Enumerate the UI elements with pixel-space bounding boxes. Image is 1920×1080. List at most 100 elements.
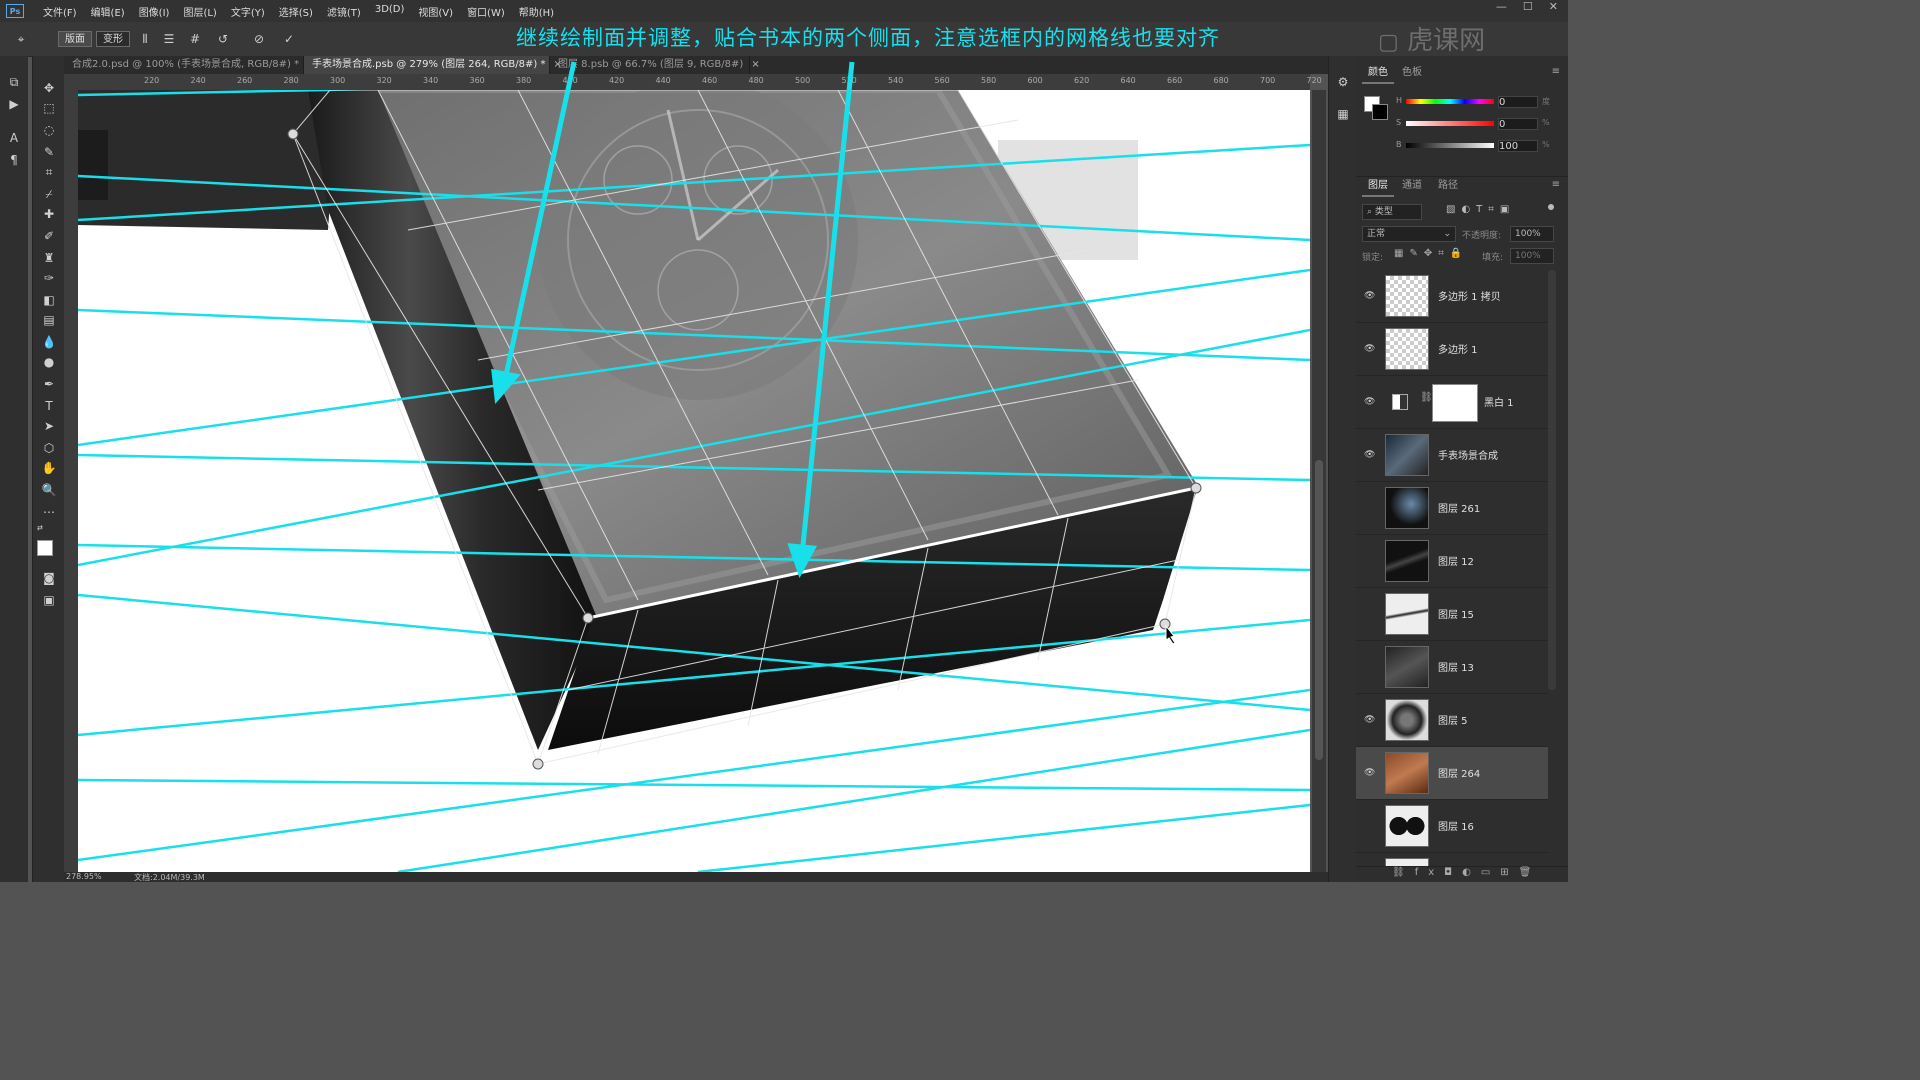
canvas-vertical-scrollbar[interactable] — [1312, 90, 1326, 872]
menu-item-8[interactable]: 视图(V) — [411, 4, 460, 19]
eye-icon[interactable]: 👁 — [1364, 714, 1376, 726]
clone-stamp-tool-icon[interactable]: ♜ — [41, 250, 57, 266]
hand-tool-icon[interactable]: ✋ — [41, 460, 57, 476]
eye-hidden-icon[interactable] — [1364, 608, 1376, 620]
warp-handle[interactable] — [532, 758, 544, 770]
horizontal-straighten-icon[interactable]: ☰ — [160, 30, 178, 48]
tab-document-1[interactable]: 合成2.0.psd @ 100% (手表场景合成, RGB/8#) *× — [64, 56, 316, 74]
eye-hidden-icon[interactable] — [1364, 555, 1376, 567]
menu-item-4[interactable]: 文字(Y) — [224, 4, 272, 19]
minimize-icon[interactable]: — — [1496, 0, 1507, 14]
lock-icons[interactable]: ▦✎✥⌗🔒 — [1394, 248, 1468, 259]
move-tool-icon[interactable]: ✥ — [41, 80, 57, 96]
paragraph-icon[interactable]: ¶ — [6, 152, 22, 168]
fill-input[interactable]: 100% — [1510, 248, 1554, 264]
opacity-input[interactable]: 100% — [1510, 226, 1554, 242]
layer-row[interactable]: 图层 15 — [1356, 588, 1548, 641]
saturation-slider[interactable]: 0 % — [1406, 118, 1556, 130]
menu-item-2[interactable]: 图像(I) — [132, 4, 177, 19]
menu-item-6[interactable]: 滤镜(T) — [320, 4, 368, 19]
layer-filter-icons[interactable]: ▧◐T⌗▣ — [1446, 204, 1515, 215]
eye-icon[interactable]: 👁 — [1364, 343, 1376, 355]
layer-row[interactable]: 图层 12 — [1356, 535, 1548, 588]
swap-colors-icon[interactable]: ⇄ — [37, 524, 47, 534]
healing-brush-tool-icon[interactable]: ✚ — [41, 206, 57, 222]
tab-color[interactable]: 颜色 — [1362, 64, 1394, 84]
adjustment-layer-icon[interactable]: ◐ — [1462, 867, 1481, 878]
eraser-tool-icon[interactable]: ◧ — [41, 292, 57, 308]
brush-tool-icon[interactable]: ✐ — [41, 228, 57, 244]
grid-icon[interactable]: # — [186, 30, 204, 48]
new-layer-icon[interactable]: ⊞ — [1500, 867, 1518, 878]
layer-row[interactable]: 👁 ⛓ 黑白 1 — [1356, 376, 1548, 429]
crop-tool-icon[interactable]: ⌗ — [41, 164, 57, 180]
blend-mode-select[interactable]: 正常 ⌄ — [1362, 226, 1456, 242]
layer-mask-icon[interactable]: ◘ — [1444, 867, 1462, 878]
history-brush-tool-icon[interactable]: ✑ — [41, 270, 57, 286]
layer-row[interactable]: 👁 图层 264 — [1356, 747, 1548, 800]
layer-mask-thumbnail[interactable] — [1432, 384, 1478, 422]
tab-layers[interactable]: 图层 — [1362, 177, 1394, 197]
tab-swatches[interactable]: 色板 — [1396, 64, 1428, 82]
tab-document-3[interactable]: 图层 8.psb @ 66.7% (图层 9, RGB/8#) × — [550, 56, 760, 74]
type-tool-icon[interactable]: T — [41, 398, 57, 414]
zoom-tool-icon[interactable]: 🔍 — [41, 482, 57, 498]
foreground-color-swatch[interactable] — [37, 540, 53, 556]
warp-handle[interactable] — [1190, 482, 1202, 494]
eye-icon[interactable]: 👁 — [1364, 449, 1376, 461]
mask-link-icon[interactable]: ⛓ — [1420, 392, 1433, 403]
actions-play-icon[interactable]: ▶ — [6, 96, 22, 112]
layer-row[interactable]: 👁 多边形 1 拷贝 — [1356, 270, 1548, 323]
layer-row[interactable]: 图层 13 — [1356, 641, 1548, 694]
panel-menu-icon[interactable]: ≡ — [1552, 66, 1560, 77]
history-icon[interactable]: ⧉ — [6, 74, 22, 90]
commit-transform-icon[interactable]: ✓ — [280, 30, 298, 48]
quick-mask-icon[interactable]: ◙ — [41, 570, 57, 586]
blur-tool-icon[interactable]: 💧 — [41, 334, 57, 350]
layer-row[interactable]: 👁 多边形 1 — [1356, 323, 1548, 376]
warp-handle[interactable] — [1159, 618, 1171, 630]
layer-row[interactable]: 👁 手表场景合成 — [1356, 429, 1548, 482]
color-background-swatch[interactable] — [1372, 104, 1388, 120]
eyedropper-tool-icon[interactable]: ⌿ — [41, 186, 57, 202]
gradient-tool-icon[interactable]: ▤ — [41, 312, 57, 328]
marquee-tool-icon[interactable]: ⬚ — [41, 100, 57, 116]
lasso-tool-icon[interactable]: ◌ — [41, 122, 57, 138]
layer-row[interactable]: 图层 16 — [1356, 800, 1548, 853]
eye-hidden-icon[interactable] — [1364, 820, 1376, 832]
menu-item-7[interactable]: 3D(D) — [368, 4, 412, 19]
filter-toggle-icon[interactable] — [1548, 204, 1554, 210]
eye-icon[interactable]: 👁 — [1364, 396, 1376, 408]
menu-item-9[interactable]: 窗口(W) — [460, 4, 512, 19]
eye-hidden-icon[interactable] — [1364, 661, 1376, 673]
undo-warp-icon[interactable]: ↺ — [214, 30, 232, 48]
zoom-level[interactable]: 278.95% — [66, 872, 102, 881]
layer-row[interactable]: 图层 261 — [1356, 482, 1548, 535]
tab-channels[interactable]: 通道 — [1396, 177, 1428, 195]
layer-style-icon[interactable]: fx — [1415, 867, 1444, 878]
close-icon[interactable]: ✕ — [1549, 0, 1558, 14]
maximize-icon[interactable]: ☐ — [1523, 0, 1533, 14]
menu-item-3[interactable]: 图层(L) — [176, 4, 223, 19]
shape-tool-icon[interactable]: ⬡ — [41, 440, 57, 456]
quick-select-tool-icon[interactable]: ✎ — [41, 144, 57, 160]
delete-layer-icon[interactable]: 🗑 — [1519, 867, 1542, 878]
menu-item-5[interactable]: 选择(S) — [272, 4, 320, 19]
warp-handle[interactable] — [287, 128, 299, 140]
dodge-tool-icon[interactable]: ● — [41, 354, 57, 370]
vertical-straighten-icon[interactable]: ⦀ — [136, 30, 154, 48]
tab-document-2[interactable]: 手表场景合成.psb @ 279% (图层 264, RGB/8#) * × — [304, 56, 562, 74]
warp-handle[interactable] — [582, 612, 594, 624]
menu-item-0[interactable]: 文件(F) — [36, 4, 84, 19]
layers-scrollbar[interactable] — [1548, 270, 1556, 690]
brightness-slider[interactable]: 100 % — [1406, 140, 1556, 152]
more-tools-icon[interactable]: ⋯ — [41, 504, 57, 520]
eye-hidden-icon[interactable] — [1364, 502, 1376, 514]
layout-mode-button[interactable]: 版面 — [58, 31, 92, 47]
warp-mode-button[interactable]: 变形 — [96, 31, 130, 47]
layer-filter-input[interactable]: ⌕ 类型 — [1362, 204, 1422, 220]
tab-paths[interactable]: 路径 — [1432, 177, 1464, 195]
screen-mode-icon[interactable]: ▣ — [41, 592, 57, 608]
path-select-tool-icon[interactable]: ➤ — [41, 418, 57, 434]
cancel-transform-icon[interactable]: ⊘ — [250, 30, 268, 48]
